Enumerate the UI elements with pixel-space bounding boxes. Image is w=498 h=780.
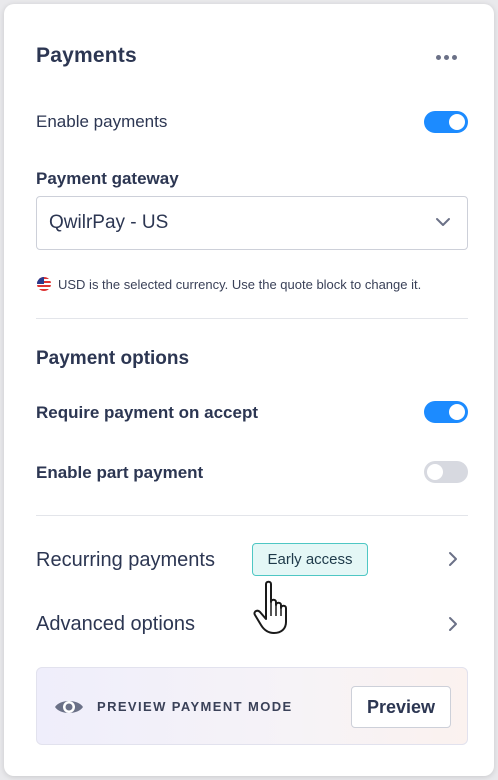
payments-panel: Payments Enable payments Payment gateway…: [4, 4, 494, 776]
enable-payments-toggle[interactable]: [424, 111, 468, 133]
divider: [36, 318, 468, 319]
eye-icon: [55, 701, 83, 713]
part-payment-label: Enable part payment: [36, 463, 204, 482]
preview-mode-label: PREVIEW PAYMENT MODE: [97, 699, 293, 714]
preview-payment-mode-panel: PREVIEW PAYMENT MODE Preview: [36, 667, 468, 745]
chevron-down-icon: [436, 218, 450, 226]
payment-gateway-label: Payment gateway: [36, 169, 179, 188]
divider: [36, 515, 468, 516]
recurring-payments-link[interactable]: Recurring payments: [36, 549, 215, 572]
payment-gateway-value: QwilrPay - US: [49, 212, 169, 233]
advanced-options-link[interactable]: Advanced options: [36, 613, 195, 636]
payment-gateway-select[interactable]: QwilrPay - US: [36, 196, 468, 250]
early-access-badge: Early access: [252, 543, 368, 576]
hand-cursor-icon: [253, 580, 287, 634]
enable-payments-label: Enable payments: [36, 112, 168, 131]
chevron-right-icon[interactable]: [447, 616, 459, 632]
currency-note: USD is the selected currency. Use the qu…: [58, 277, 422, 292]
chevron-right-icon[interactable]: [447, 551, 459, 567]
part-payment-toggle[interactable]: [424, 461, 468, 483]
more-options-icon[interactable]: [432, 50, 460, 64]
panel-title: Payments: [36, 44, 137, 67]
us-flag-icon: [37, 277, 51, 291]
preview-button[interactable]: Preview: [351, 686, 451, 728]
require-payment-label: Require payment on accept: [36, 403, 259, 422]
payment-options-heading: Payment options: [36, 348, 190, 369]
require-payment-toggle[interactable]: [424, 401, 468, 423]
